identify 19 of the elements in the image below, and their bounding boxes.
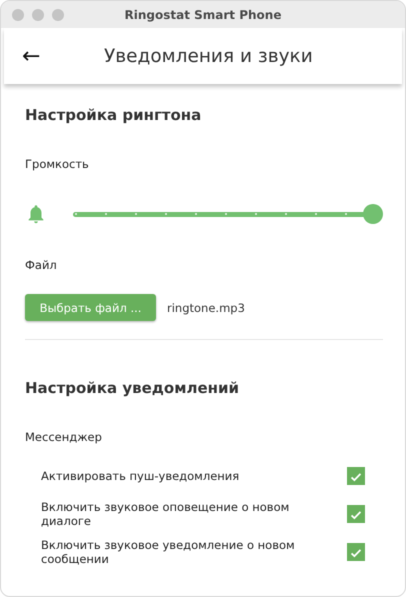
section-title: Настройка рингтона (25, 106, 202, 124)
file-name: ringtone.mp3 (167, 300, 245, 314)
checkbox[interactable] (347, 543, 365, 561)
page-title: Уведомления и звуки (104, 46, 313, 66)
window-control-icon[interactable] (52, 8, 64, 20)
option-label: Активировать пуш-уведомления (41, 469, 240, 483)
option-label: Включить звуковое оповещение о новом диалоге (41, 500, 290, 528)
window-control-icon[interactable] (32, 8, 44, 20)
group-label: Мессенджер (25, 430, 103, 444)
slider-thumb[interactable] (363, 204, 383, 224)
field-label: Файл (25, 258, 58, 272)
checkbox[interactable] (347, 505, 365, 523)
section-title: Настройка уведомлений (25, 379, 240, 397)
back-button[interactable]: ← (4, 44, 64, 68)
checkbox[interactable] (347, 467, 365, 485)
field-label: Громкость (25, 157, 90, 171)
option-label: Включить звуковое уведомление о новом сообщении (41, 538, 296, 566)
window-control-icon[interactable] (12, 8, 24, 20)
window-title: Ringostat Smart Phone (124, 8, 282, 22)
